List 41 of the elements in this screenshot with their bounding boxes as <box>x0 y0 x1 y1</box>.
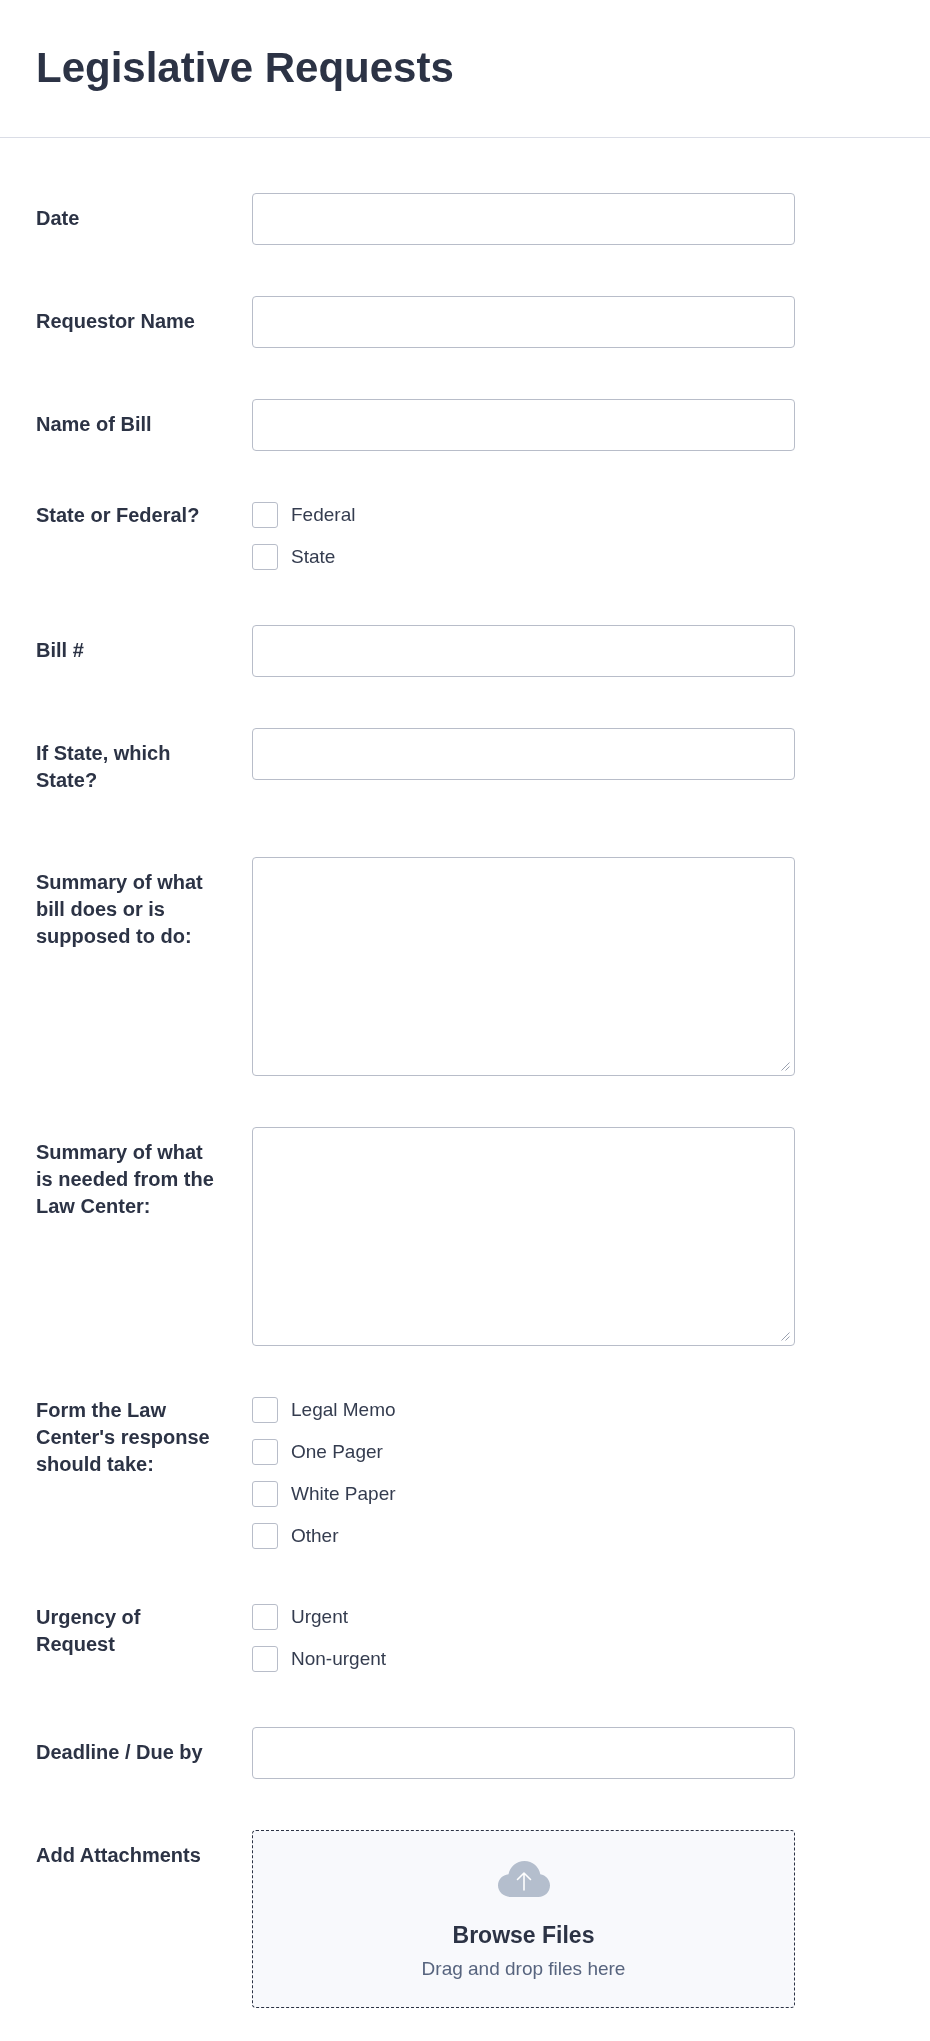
option-label[interactable]: Legal Memo <box>291 1397 396 1423</box>
field-label: Date <box>36 206 81 231</box>
cloud-upload-icon <box>497 1861 550 1897</box>
field-label: Bill # <box>36 638 85 663</box>
field-label: Deadline / Due by <box>36 1740 204 1765</box>
option-label[interactable]: Federal <box>291 502 356 528</box>
option-label[interactable]: White Paper <box>291 1481 396 1507</box>
field-label: If State, which State? <box>36 741 172 793</box>
input-field[interactable] <box>252 399 795 451</box>
resize-grip-icon[interactable] <box>781 1332 790 1341</box>
checkbox[interactable] <box>252 1439 278 1465</box>
option-label[interactable]: Urgent <box>291 1604 349 1630</box>
resize-grip-icon[interactable] <box>781 1062 790 1071</box>
field-label: Urgency of Request <box>36 1605 142 1657</box>
field-label: Summary of what bill does or is supposed to do: <box>36 870 204 949</box>
browse-files-link[interactable]: Browse Files <box>452 1921 595 1949</box>
input-field[interactable] <box>252 296 795 348</box>
field-label: Name of Bill <box>36 412 153 437</box>
checkbox[interactable] <box>252 1523 278 1549</box>
option-label[interactable]: State <box>291 544 336 570</box>
checkbox[interactable] <box>252 1481 278 1507</box>
option-label[interactable]: One Pager <box>291 1439 383 1465</box>
field-label: Add Attachments <box>36 1843 202 1868</box>
page-title: Legislative Requests <box>36 43 455 93</box>
input-field[interactable] <box>252 625 795 677</box>
input-field[interactable] <box>252 728 795 780</box>
input-field[interactable] <box>252 193 795 245</box>
input-field[interactable] <box>252 1727 795 1779</box>
field-label: Summary of what is needed from the Law Center: <box>36 1140 215 1219</box>
option-label[interactable]: Other <box>291 1523 339 1549</box>
checkbox[interactable] <box>252 1397 278 1423</box>
checkbox[interactable] <box>252 502 278 528</box>
checkbox[interactable] <box>252 544 278 570</box>
checkbox[interactable] <box>252 1604 278 1630</box>
field-label: State or Federal? <box>36 503 201 528</box>
field-label: Form the Law Center's response should take: <box>36 1398 211 1477</box>
field-label: Requestor Name <box>36 309 196 334</box>
drop-hint-text: Drag and drop files here <box>421 1957 626 1981</box>
checkbox[interactable] <box>252 1646 278 1672</box>
option-label[interactable]: Non-urgent <box>291 1646 387 1672</box>
file-drop-zone[interactable]: Browse Files Drag and drop files here <box>252 1830 795 2008</box>
